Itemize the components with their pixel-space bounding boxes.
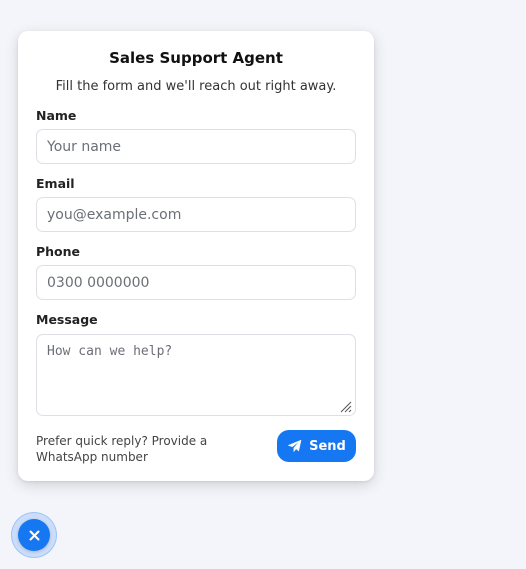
message-label: Message bbox=[36, 312, 98, 327]
phone-input[interactable] bbox=[36, 265, 356, 300]
close-icon bbox=[29, 530, 39, 540]
widget-title: Sales Support Agent bbox=[109, 49, 283, 67]
name-input[interactable] bbox=[36, 129, 356, 164]
email-label: Email bbox=[36, 176, 75, 191]
widget-subtitle: Fill the form and we'll reach out right … bbox=[55, 79, 337, 94]
close-launcher-button[interactable] bbox=[18, 519, 50, 551]
send-label: Send bbox=[309, 438, 346, 454]
page: Sales Support Agent Fill the form and we… bbox=[0, 0, 526, 569]
resize-grip-icon[interactable] bbox=[338, 399, 352, 413]
email-input[interactable] bbox=[36, 197, 356, 232]
support-form-card: Sales Support Agent Fill the form and we… bbox=[18, 31, 374, 481]
send-button[interactable]: Send bbox=[277, 430, 356, 462]
phone-label: Phone bbox=[36, 244, 81, 259]
message-textarea[interactable] bbox=[36, 334, 356, 416]
paper-plane-icon bbox=[287, 439, 302, 453]
whatsapp-note: Prefer quick reply? Provide a WhatsApp n… bbox=[36, 434, 208, 464]
name-label: Name bbox=[36, 108, 77, 123]
